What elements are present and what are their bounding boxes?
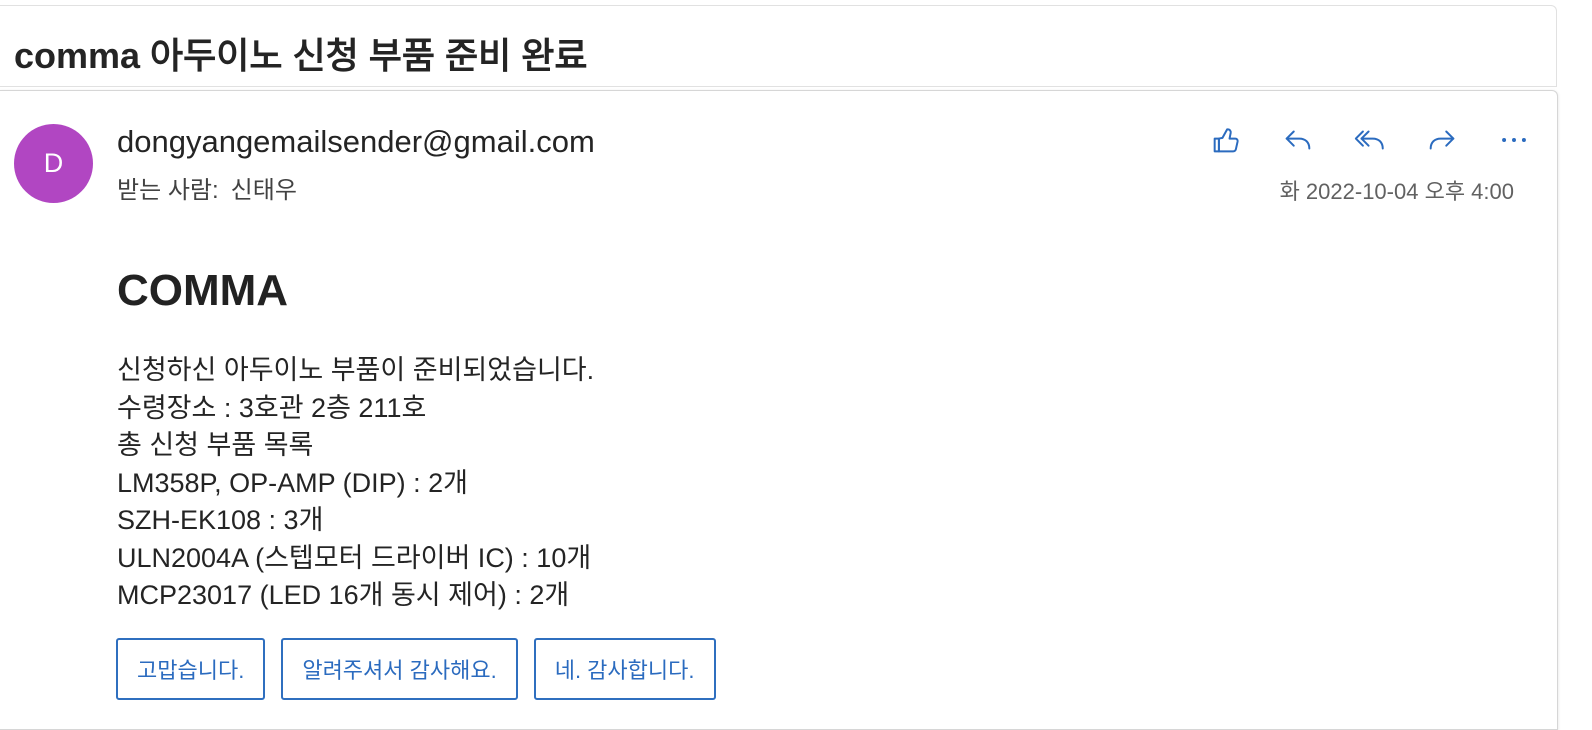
- sender-address[interactable]: dongyangemailsender@gmail.com: [117, 124, 595, 160]
- like-button[interactable]: [1190, 118, 1262, 162]
- quick-reply-button-thanks-for-letting-know[interactable]: 알려주셔서 감사해요.: [281, 638, 518, 700]
- reply-button[interactable]: [1262, 118, 1334, 162]
- body-heading: COMMA: [117, 266, 289, 315]
- quick-reply-button-yes-thanks[interactable]: 네. 감사합니다.: [533, 638, 716, 700]
- message-timestamp: 화 2022-10-04 오후 4:00: [1279, 179, 1514, 204]
- avatar[interactable]: D: [14, 124, 93, 203]
- body-line: LM358P, OP-AMP (DIP) : 2개: [117, 467, 468, 498]
- body-line: MCP23017 (LED 16개 동시 제어) : 2개: [117, 580, 570, 610]
- suggested-replies: 고맙습니다. 알려주셔서 감사해요. 네. 감사합니다.: [116, 638, 716, 700]
- recipient-name[interactable]: 신태우: [231, 177, 297, 204]
- recipient-label: 받는 사람:: [117, 177, 219, 204]
- message-body: 신청하신 아두이노 부품이 준비되었습니다. 수령장소 : 3호관 2층 211…: [117, 352, 594, 615]
- avatar-initial: D: [43, 148, 64, 178]
- more-actions-button[interactable]: [1478, 118, 1550, 162]
- forward-button[interactable]: [1406, 118, 1478, 162]
- forward-icon: [1429, 130, 1455, 150]
- subject-bar: comma 아두이노 신청 부품 준비 완료: [0, 5, 1557, 87]
- reply-all-icon: [1354, 130, 1384, 150]
- body-line: 총 신청 부품 목록: [117, 430, 314, 460]
- body-line: ULN2004A (스텝모터 드라이버 IC) : 10개: [117, 542, 592, 573]
- reply-all-button[interactable]: [1334, 118, 1406, 162]
- quick-reply-button-thanks[interactable]: 고맙습니다.: [116, 638, 266, 700]
- recipient-row: 받는 사람: 신태우: [117, 170, 297, 205]
- body-line: 신청하신 아두이노 부품이 준비되었습니다.: [117, 355, 595, 385]
- body-line: SZH-EK108 : 3개: [117, 505, 324, 535]
- email-subject: comma 아두이노 신청 부품 준비 완료: [14, 35, 588, 76]
- message-actions: [1190, 118, 1550, 162]
- body-line: 수령장소 : 3호관 2층 211호: [117, 392, 427, 423]
- thumbs-up-icon: [1213, 128, 1239, 153]
- reply-icon: [1285, 130, 1311, 150]
- more-icon: [1502, 138, 1526, 142]
